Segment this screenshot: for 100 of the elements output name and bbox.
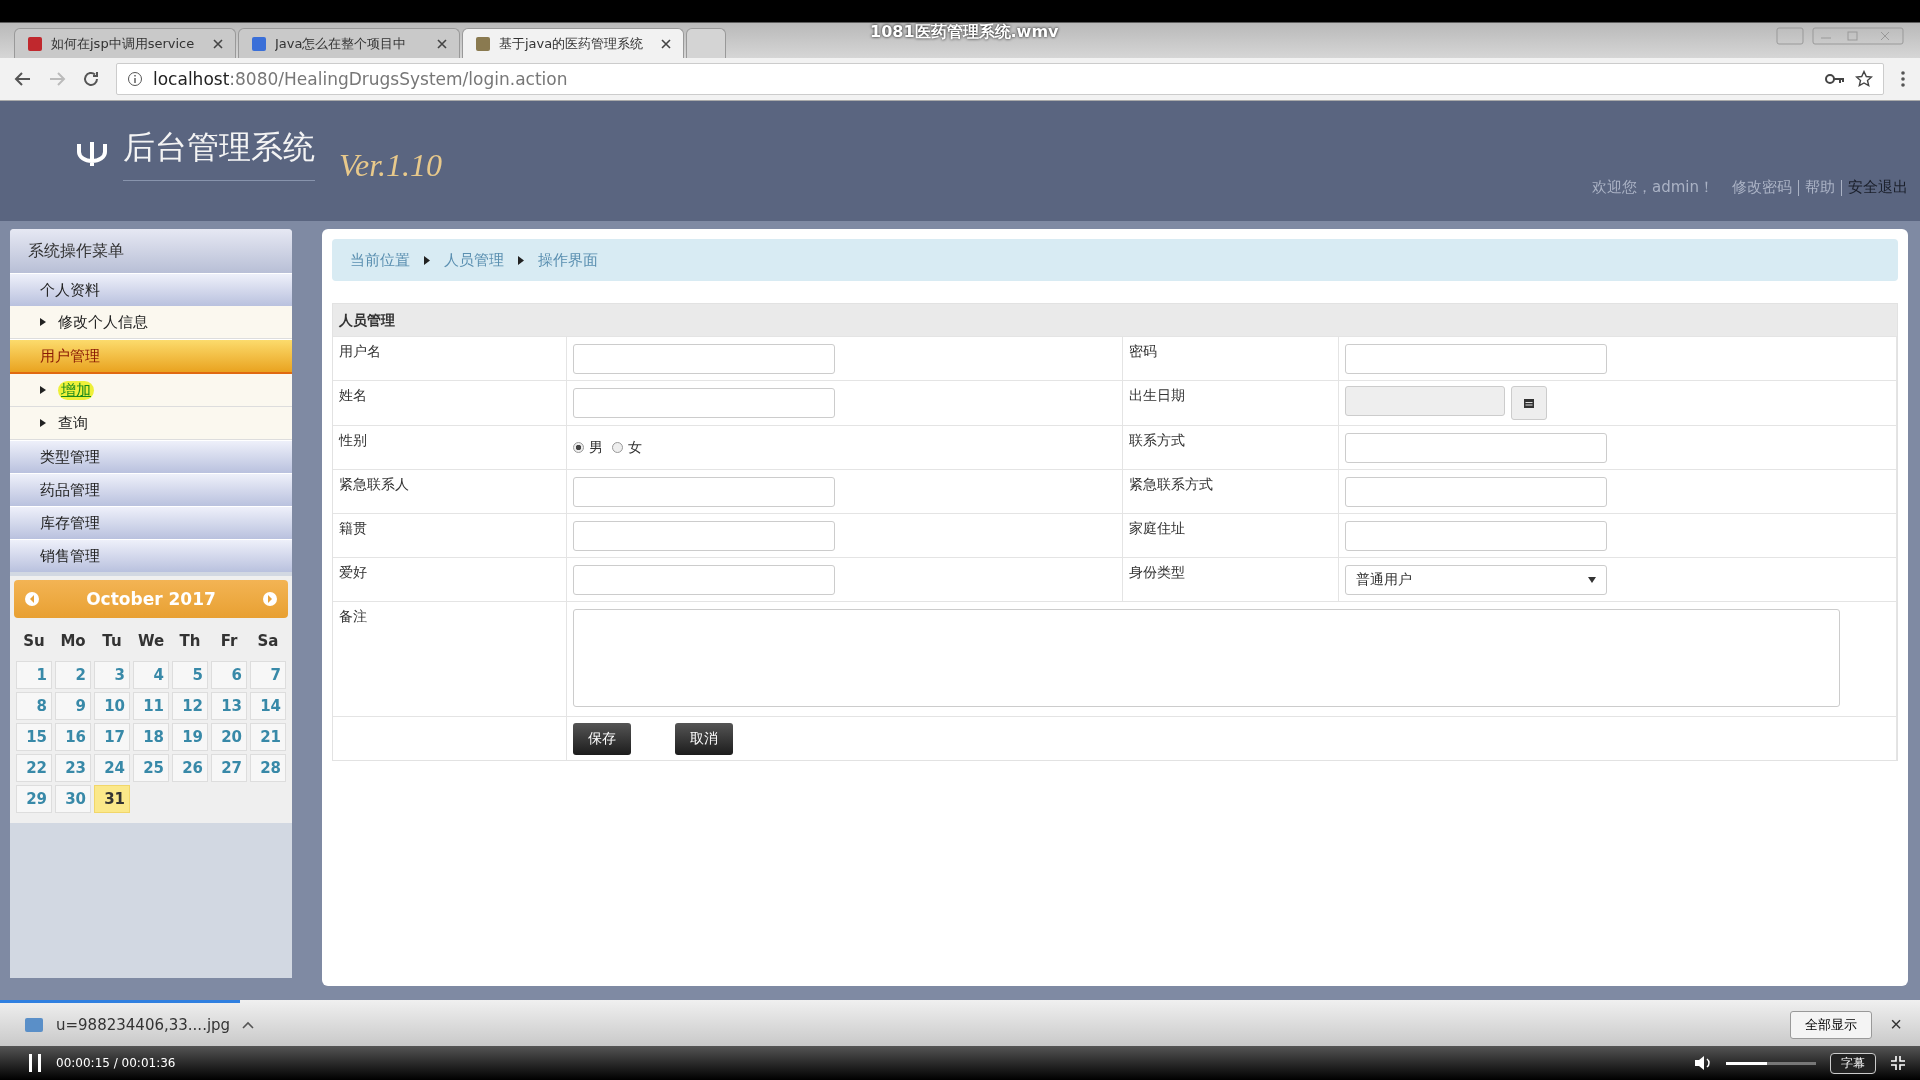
menu-group[interactable]: 库存管理 (10, 506, 292, 539)
bullet-icon (40, 318, 46, 326)
calendar-day[interactable]: 6 (211, 661, 247, 689)
calendar-day[interactable]: 24 (94, 754, 130, 782)
calendar-day[interactable]: 30 (55, 785, 91, 813)
input-field[interactable] (1345, 520, 1607, 551)
calendar-day[interactable]: 19 (172, 723, 208, 751)
browser-tab[interactable]: 基于java的医药管理系统 (462, 28, 684, 58)
field-label: 出生日期 (1129, 387, 1185, 403)
image-file-icon (24, 1016, 44, 1033)
bullet-icon (40, 419, 46, 427)
form-button[interactable]: 取消 (675, 722, 733, 755)
new-tab-button[interactable] (686, 28, 726, 58)
menu-item[interactable]: 查询 (58, 413, 88, 433)
calendar-day[interactable]: 13 (211, 692, 247, 720)
input-field[interactable] (573, 564, 835, 595)
input-field[interactable] (1345, 343, 1607, 374)
close-icon[interactable] (661, 38, 671, 49)
star-icon[interactable] (1855, 70, 1873, 88)
calendar-day[interactable]: 4 (133, 661, 169, 689)
date-field[interactable] (1345, 386, 1505, 416)
menu-item[interactable]: 修改个人信息 (58, 312, 148, 332)
input-field[interactable] (573, 343, 835, 374)
select-field[interactable]: 普通用户 (1345, 564, 1607, 595)
menu-item[interactable]: 增加 (58, 380, 94, 400)
input-field[interactable] (573, 520, 835, 551)
month-label: October 2017 (86, 589, 216, 609)
breadcrumb-link[interactable]: 操作界面 (538, 250, 598, 270)
calendar-day[interactable]: 16 (55, 723, 91, 751)
calendar-day[interactable]: 5 (172, 661, 208, 689)
menu-icon[interactable] (1900, 70, 1906, 88)
browser-tab[interactable]: Java怎么在整个项目中 (238, 28, 460, 58)
breadcrumb-link[interactable]: 当前位置 (350, 250, 410, 270)
menu-group[interactable]: 类型管理 (10, 440, 292, 473)
radio-button[interactable] (573, 442, 584, 453)
calendar-day[interactable]: 20 (211, 723, 247, 751)
calendar-day[interactable]: 31 (94, 785, 130, 813)
browser-tab[interactable]: 如何在jsp中调用service (14, 28, 236, 58)
input-field[interactable] (1345, 432, 1607, 463)
input-field[interactable] (573, 476, 835, 507)
calendar-day[interactable]: 9 (55, 692, 91, 720)
calendar-day[interactable]: 21 (250, 723, 286, 751)
reload-icon[interactable] (82, 70, 100, 88)
window-controls-icon[interactable] (1776, 26, 1906, 46)
close-button[interactable]: × (1884, 1012, 1908, 1037)
form-button[interactable]: 保存 (573, 722, 631, 755)
previous-icon[interactable] (24, 591, 40, 607)
calendar-day[interactable]: 29 (16, 785, 52, 813)
next-icon[interactable] (262, 591, 278, 607)
menu-group[interactable]: 用户管理 (10, 339, 292, 374)
calendar-day[interactable]: 8 (16, 692, 52, 720)
calendar-day[interactable]: 15 (16, 723, 52, 751)
volume-icon[interactable] (1694, 1055, 1712, 1071)
text-area[interactable] (573, 609, 1840, 707)
header-link[interactable]: 帮助 (1805, 178, 1835, 197)
forward-icon[interactable] (48, 70, 66, 88)
chevron-up-icon[interactable] (242, 1020, 255, 1029)
key-icon[interactable] (1825, 72, 1845, 86)
calendar-day[interactable]: 12 (172, 692, 208, 720)
calendar-day[interactable]: 26 (172, 754, 208, 782)
menu-group[interactable]: 销售管理 (10, 539, 292, 572)
pause-icon[interactable] (28, 1054, 42, 1072)
address-field[interactable]: localhost:8080/HealingDrugsSystem/login.action (116, 63, 1884, 95)
field-label: 姓名 (339, 387, 367, 403)
calendar-day[interactable]: 18 (133, 723, 169, 751)
calendar-day[interactable]: 14 (250, 692, 286, 720)
close-icon[interactable] (437, 38, 447, 49)
calendar-day[interactable]: 3 (94, 661, 130, 689)
download-file-name[interactable]: u=988234406,33....jpg (56, 1015, 231, 1034)
calendar-day[interactable]: 27 (211, 754, 247, 782)
radio-button[interactable] (612, 442, 623, 453)
menu-group[interactable]: 个人资料 (10, 273, 292, 306)
close-icon[interactable] (213, 38, 223, 49)
calendar-day[interactable]: 11 (133, 692, 169, 720)
calendar-day[interactable]: 25 (133, 754, 169, 782)
calendar-day[interactable]: 1 (16, 661, 52, 689)
input-field[interactable] (1345, 476, 1607, 507)
exit-fullscreen-icon[interactable] (1890, 1055, 1906, 1071)
back-icon[interactable] (14, 70, 32, 88)
show-all-button[interactable]: 全部显示 (1790, 1010, 1873, 1039)
header-link[interactable]: 修改密码 (1732, 178, 1792, 197)
menu-group[interactable]: 药品管理 (10, 473, 292, 506)
calendar-day[interactable]: 22 (16, 754, 52, 782)
field-label: 紧急联系方式 (1129, 476, 1213, 492)
calendar-button[interactable] (1511, 386, 1547, 420)
calendar-day[interactable]: 10 (94, 692, 130, 720)
volume-slider[interactable] (1726, 1061, 1816, 1065)
breadcrumb-link[interactable]: 人员管理 (444, 250, 504, 270)
calendar-day[interactable]: 17 (94, 723, 130, 751)
page-icon (475, 35, 491, 52)
calendar-day[interactable]: 28 (250, 754, 286, 782)
playback-time: 00:00:15 / 00:01:36 (56, 1056, 176, 1070)
radio-label: 女 (628, 438, 642, 457)
input-field[interactable] (573, 388, 835, 418)
subtitle-button[interactable]: 字幕 (1830, 1052, 1876, 1074)
calendar-icon (1523, 397, 1535, 409)
calendar-day[interactable]: 2 (55, 661, 91, 689)
calendar-day[interactable]: 7 (250, 661, 286, 689)
header-link[interactable]: 安全退出 (1848, 178, 1908, 197)
calendar-day[interactable]: 23 (55, 754, 91, 782)
